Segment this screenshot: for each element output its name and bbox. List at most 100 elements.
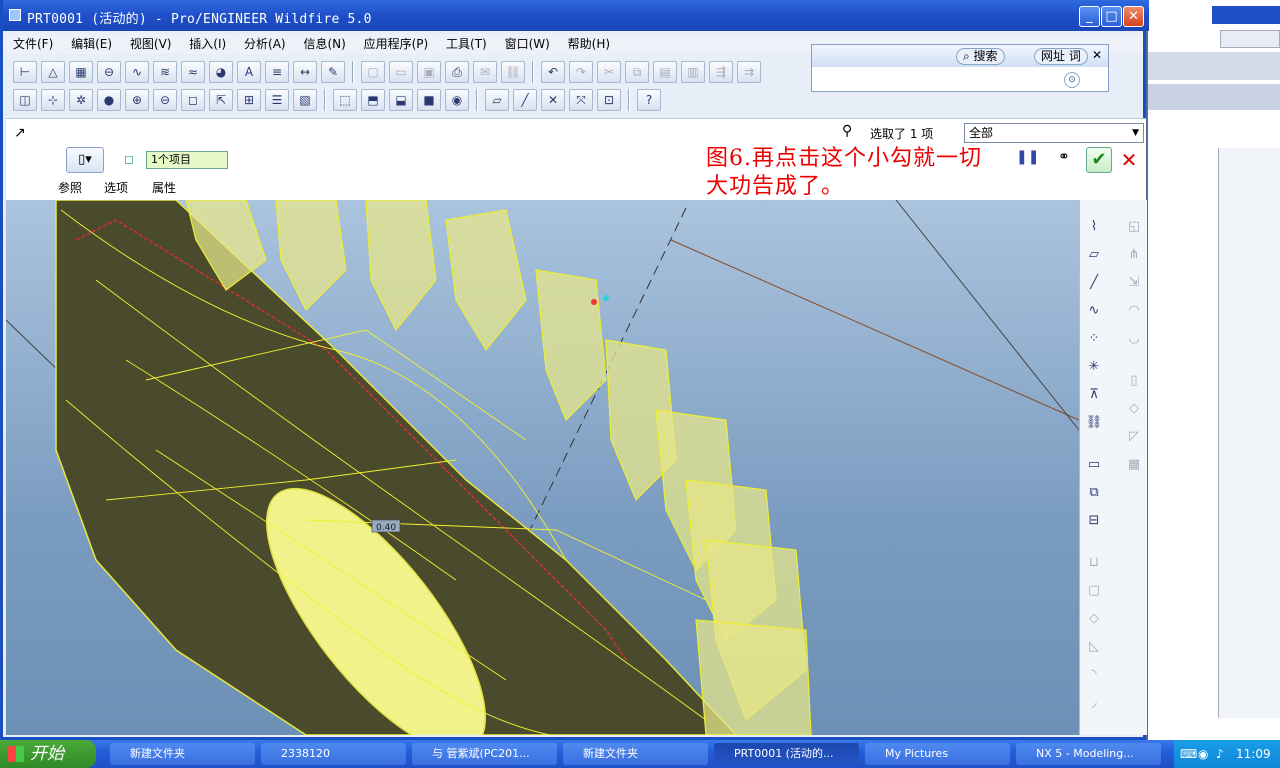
chamfer-tool-icon[interactable]: ◞ [1082, 692, 1106, 714]
print-icon[interactable]: ⎙ [445, 61, 469, 83]
pause-icon[interactable]: ❚❚ [1016, 149, 1039, 165]
refit-icon[interactable]: ◻ [181, 89, 205, 111]
draft-icon[interactable]: A [237, 61, 261, 83]
round-edge-icon[interactable]: ◝ [1082, 664, 1106, 686]
preview-glasses-icon[interactable]: ⚭ [1058, 149, 1070, 165]
go-icon[interactable]: ⊙ [1064, 72, 1080, 88]
undo-icon[interactable]: ↶ [541, 61, 565, 83]
mirror-tool-icon[interactable]: ⋔ [1122, 244, 1146, 266]
reorient-icon[interactable]: ⇱ [209, 89, 233, 111]
datum-axis-icon[interactable]: ╱ [1082, 272, 1106, 294]
zoom-in-icon[interactable]: ⊕ [125, 89, 149, 111]
enhanced-realism-icon[interactable]: ◉ [445, 89, 469, 111]
sketch-display-icon[interactable]: ◫ [13, 89, 37, 111]
copy-tool-icon[interactable]: ⧉ [1082, 482, 1106, 504]
dimension-icon[interactable]: ↔ [293, 61, 317, 83]
menu-window[interactable]: 窗口(W) [505, 34, 550, 54]
hidden-line-icon[interactable]: ⬒ [361, 89, 385, 111]
cut-icon[interactable]: ✂ [597, 61, 621, 83]
appearance-icon[interactable]: ● [97, 89, 121, 111]
paste-icon[interactable]: ▤ [653, 61, 677, 83]
point-display-icon[interactable]: ✕ [541, 89, 565, 111]
extend-tool-icon[interactable]: ⇲ [1122, 272, 1146, 294]
paste-special-icon[interactable]: ▥ [681, 61, 705, 83]
close-icon[interactable]: ✕ [1092, 48, 1102, 62]
task-my-pictures[interactable]: My Pictures [865, 743, 1010, 765]
offset-tool-icon[interactable]: ◠ [1122, 300, 1146, 322]
solidify-tool-icon[interactable]: ▯ [1122, 370, 1146, 392]
rib-tool-icon[interactable]: ◇ [1082, 608, 1106, 630]
wireframe-icon[interactable]: ⬚ [333, 89, 357, 111]
selection-filter-select[interactable]: 全部 ▼ [964, 123, 1144, 143]
tab-options[interactable]: 选项 [104, 179, 128, 196]
analysis-feature-icon[interactable]: ⊼ [1082, 384, 1106, 406]
task-folder-2[interactable]: 2338120 [261, 743, 406, 765]
regenerate-icon[interactable]: ⇶ [709, 61, 733, 83]
zoom-out-icon[interactable]: ⊖ [153, 89, 177, 111]
send-link-icon[interactable]: ⛓ [501, 61, 525, 83]
start-button[interactable]: 开始 [0, 740, 96, 768]
volume-icon[interactable]: ♪ [1216, 740, 1224, 768]
apply-check-button[interactable]: ✔ [1086, 147, 1112, 173]
curve-analysis-icon[interactable]: ∿ [125, 61, 149, 83]
open-file-icon[interactable]: ▭ [389, 61, 413, 83]
datum-plane-icon[interactable]: ▱ [1082, 244, 1106, 266]
send-mail-icon[interactable]: ✉ [473, 61, 497, 83]
reference-collector[interactable]: 1个项目 [146, 151, 228, 169]
angle-icon[interactable]: △ [41, 61, 65, 83]
graphics-viewport[interactable]: 0.40 [6, 200, 1079, 735]
grid-tool-icon[interactable]: ▦ [1122, 454, 1146, 476]
task-chat[interactable]: 与 管紫斌(PC201... [412, 743, 557, 765]
menu-analysis[interactable]: 分析(A) [244, 34, 286, 54]
csys-display-icon[interactable]: ⤧ [569, 89, 593, 111]
minimize-button[interactable]: _ [1079, 6, 1100, 27]
datum-point-icon[interactable]: ⁘ [1082, 328, 1106, 350]
curvature-icon[interactable]: ≈ [181, 61, 205, 83]
spin-center-icon[interactable]: ✲ [69, 89, 93, 111]
round-tool-icon[interactable]: ◱ [1122, 216, 1146, 238]
menu-edit[interactable]: 编辑(E) [71, 34, 112, 54]
view-manager-icon[interactable]: ▧ [293, 89, 317, 111]
regenerate-manager-icon[interactable]: ⇉ [737, 61, 761, 83]
color-map-icon[interactable]: ◕ [209, 61, 233, 83]
menu-help[interactable]: 帮助(H) [568, 34, 610, 54]
solidify-type-dropdown[interactable]: ▯▾ [66, 147, 104, 173]
menu-tools[interactable]: 工具(T) [446, 34, 487, 54]
keyboard-icon[interactable]: ⌨ [1180, 740, 1197, 768]
saved-views-icon[interactable]: ⊞ [237, 89, 261, 111]
task-proe[interactable]: PRT0001 (活动的... [714, 743, 859, 765]
task-folder-3[interactable]: 新建文件夹 [563, 743, 708, 765]
axis-display-icon[interactable]: ╱ [513, 89, 537, 111]
csys-icon[interactable]: ✳ [1082, 356, 1106, 378]
close-button[interactable]: ✕ [1123, 6, 1144, 27]
trim-tool-icon[interactable]: ◸ [1122, 426, 1146, 448]
maximize-button[interactable]: □ [1101, 6, 1122, 27]
merge-tool-icon[interactable]: ◇ [1122, 398, 1146, 420]
url-button[interactable]: 网址 词 [1034, 48, 1088, 65]
sketch-tool-icon[interactable]: ⌇ [1082, 216, 1106, 238]
select-tool-icon[interactable]: ▭ [1082, 454, 1106, 476]
new-file-icon[interactable]: ▢ [361, 61, 385, 83]
area-icon[interactable]: ▦ [69, 61, 93, 83]
surface-analysis-icon[interactable]: ≋ [153, 61, 177, 83]
menu-view[interactable]: 视图(V) [130, 34, 172, 54]
shell-tool-icon[interactable]: ▢ [1082, 580, 1106, 602]
mass-icon[interactable]: ⊖ [97, 61, 121, 83]
copy-icon[interactable]: ⧉ [625, 61, 649, 83]
network-icon[interactable]: ◉ [1198, 740, 1208, 768]
hole-tool-icon[interactable]: ⊔ [1082, 552, 1106, 574]
cancel-x-button[interactable]: ✕ [1118, 147, 1140, 173]
group-tool-icon[interactable]: ⊟ [1082, 510, 1106, 532]
menu-file[interactable]: 文件(F) [13, 34, 53, 54]
datum-curve-icon[interactable]: ∿ [1082, 300, 1106, 322]
shading-analysis-icon[interactable]: ≡ [265, 61, 289, 83]
chain-icon[interactable]: ⛓ [1082, 412, 1106, 434]
tab-references[interactable]: 参照 [58, 179, 82, 196]
plane-display-icon[interactable]: ▱ [485, 89, 509, 111]
annotation-display-icon[interactable]: ⊡ [597, 89, 621, 111]
task-nx[interactable]: NX 5 - Modeling... [1016, 743, 1161, 765]
redo-icon[interactable]: ↷ [569, 61, 593, 83]
menu-insert[interactable]: 插入(I) [189, 34, 226, 54]
search-button[interactable]: ⌕ 搜索 [956, 48, 1005, 65]
save-icon[interactable]: ▣ [417, 61, 441, 83]
